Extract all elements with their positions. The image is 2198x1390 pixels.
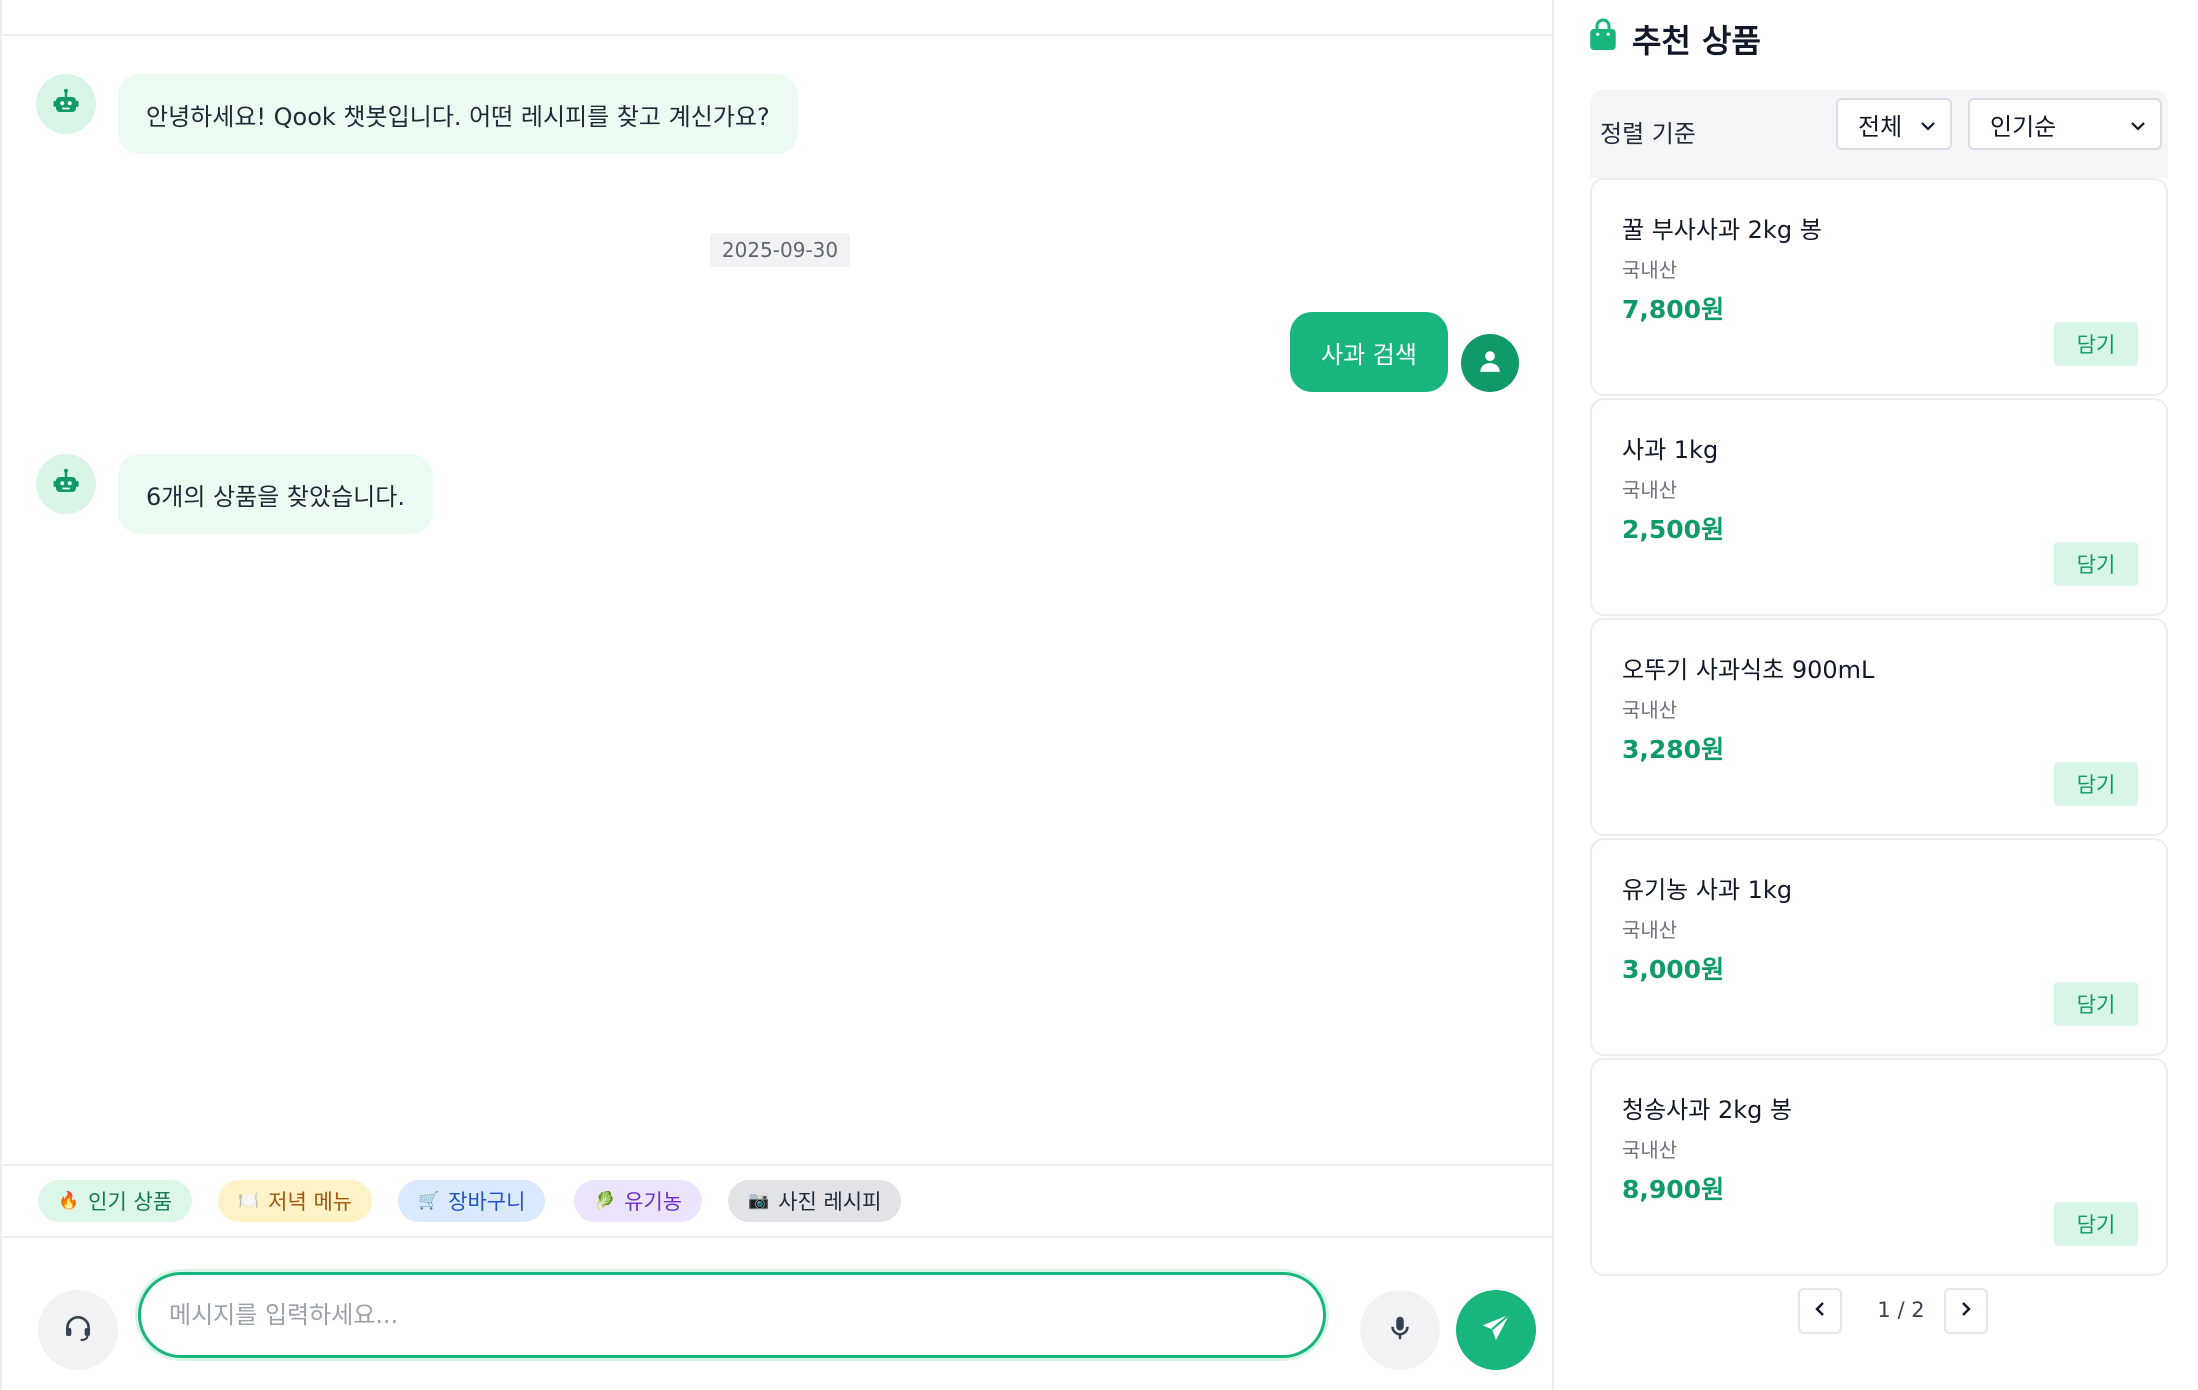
category-filter-select[interactable]: 전체 <box>1836 98 1952 150</box>
add-to-cart-button[interactable]: 담기 <box>2054 982 2138 1026</box>
product-price: 8,900원 <box>1622 1175 1725 1204</box>
chevron-down-icon <box>2128 114 2148 142</box>
recommended-products-panel: 추천 상품 정렬 기준 전체 인기순 꿀 부사사과 2kg 봉 국내산 7,80… <box>1556 0 2198 1390</box>
product-card[interactable]: 오뚜기 사과식초 900mL 국내산 3,280원 담기 <box>1590 618 2168 836</box>
category-filter-value: 전체 <box>1858 112 1903 141</box>
chip-photo-recipe[interactable]: 📷 사진 레시피 <box>728 1180 902 1222</box>
product-price: 7,800원 <box>1622 295 1725 324</box>
panel-header: 추천 상품 <box>1588 16 1761 62</box>
product-name: 청송사과 2kg 봉 <box>1622 1096 1793 1124</box>
chip-label: 장바구니 <box>448 1190 526 1214</box>
product-origin: 국내산 <box>1622 698 1678 722</box>
add-to-cart-button[interactable]: 담기 <box>2054 542 2138 586</box>
chevron-right-icon <box>1956 1299 1976 1323</box>
product-origin: 국내산 <box>1622 918 1678 942</box>
product-price: 3,280원 <box>1622 735 1725 764</box>
product-name: 사과 1kg <box>1622 436 1719 464</box>
support-button[interactable] <box>38 1290 118 1370</box>
add-to-cart-button[interactable]: 담기 <box>2054 1202 2138 1246</box>
voice-input-button[interactable] <box>1360 1290 1440 1370</box>
chip-dinner-menu[interactable]: 🍽️ 저녁 메뉴 <box>218 1180 373 1222</box>
add-to-cart-button[interactable]: 담기 <box>2054 322 2138 366</box>
chip-cart[interactable]: 🛒 장바구니 <box>398 1180 546 1222</box>
microphone-icon <box>1385 1313 1415 1347</box>
chip-organic[interactable]: 🥬 유기농 <box>574 1180 703 1222</box>
user-avatar <box>1461 334 1519 392</box>
headset-icon <box>62 1312 94 1348</box>
product-card[interactable]: 꿀 부사사과 2kg 봉 국내산 7,800원 담기 <box>1590 178 2168 396</box>
product-card[interactable]: 유기농 사과 1kg 국내산 3,000원 담기 <box>1590 838 2168 1056</box>
chip-label: 인기 상품 <box>88 1190 173 1214</box>
fire-icon: 🔥 <box>58 1191 80 1211</box>
robot-icon <box>51 87 81 121</box>
product-card[interactable]: 청송사과 2kg 봉 국내산 8,900원 담기 <box>1590 1058 2168 1276</box>
user-icon <box>1477 348 1503 378</box>
product-name: 유기농 사과 1kg <box>1622 876 1793 904</box>
sort-order-value: 인기순 <box>1990 112 2057 141</box>
product-name: 꿀 부사사과 2kg 봉 <box>1622 216 1822 244</box>
pagination: 1 / 2 <box>1556 1288 2198 1338</box>
product-origin: 국내산 <box>1622 1138 1678 1162</box>
sort-bar: 정렬 기준 전체 인기순 <box>1590 90 2168 178</box>
prev-page-button[interactable] <box>1798 1288 1842 1334</box>
bot-avatar <box>36 454 96 514</box>
camera-icon: 📷 <box>748 1191 770 1211</box>
next-page-button[interactable] <box>1944 1288 1988 1334</box>
sort-order-select[interactable]: 인기순 <box>1968 98 2162 150</box>
paper-plane-icon <box>1480 1312 1512 1348</box>
robot-icon <box>51 467 81 501</box>
product-card[interactable]: 사과 1kg 국내산 2,500원 담기 <box>1590 398 2168 616</box>
panel-title: 추천 상품 <box>1632 22 1761 60</box>
leafy-green-icon: 🥬 <box>594 1191 616 1211</box>
product-price: 2,500원 <box>1622 515 1725 544</box>
dinner-plate-icon: 🍽️ <box>238 1191 260 1211</box>
sort-label: 정렬 기준 <box>1600 120 1696 148</box>
product-price: 3,000원 <box>1622 955 1725 984</box>
chat-pane: 안녕하세요! Qook 챗봇입니다. 어떤 레시피를 찾고 계신가요? 2025… <box>0 0 1554 1390</box>
shopping-bag-icon <box>1588 18 1618 60</box>
chip-label: 유기농 <box>624 1190 683 1214</box>
user-message: 사과 검색 <box>1290 312 1448 392</box>
chevron-left-icon <box>1810 1299 1830 1323</box>
chip-label: 사진 레시피 <box>778 1190 882 1214</box>
shopping-cart-icon: 🛒 <box>418 1191 440 1211</box>
bot-message: 안녕하세요! Qook 챗봇입니다. 어떤 레시피를 찾고 계신가요? <box>118 74 798 154</box>
chip-label: 저녁 메뉴 <box>268 1190 353 1214</box>
message-input[interactable] <box>138 1272 1326 1358</box>
chat-header-divider <box>2 0 1552 36</box>
send-button[interactable] <box>1456 1290 1536 1370</box>
bot-avatar <box>36 74 96 134</box>
product-origin: 국내산 <box>1622 258 1678 282</box>
date-divider: 2025-09-30 <box>710 233 850 267</box>
product-origin: 국내산 <box>1622 478 1678 502</box>
page-indicator: 1 / 2 <box>1877 1298 1925 1322</box>
chip-popular-products[interactable]: 🔥 인기 상품 <box>38 1180 193 1222</box>
chevron-down-icon <box>1918 114 1938 142</box>
product-name: 오뚜기 사과식초 900mL <box>1622 656 1875 684</box>
add-to-cart-button[interactable]: 담기 <box>2054 762 2138 806</box>
bot-message: 6개의 상품을 찾았습니다. <box>118 454 433 534</box>
